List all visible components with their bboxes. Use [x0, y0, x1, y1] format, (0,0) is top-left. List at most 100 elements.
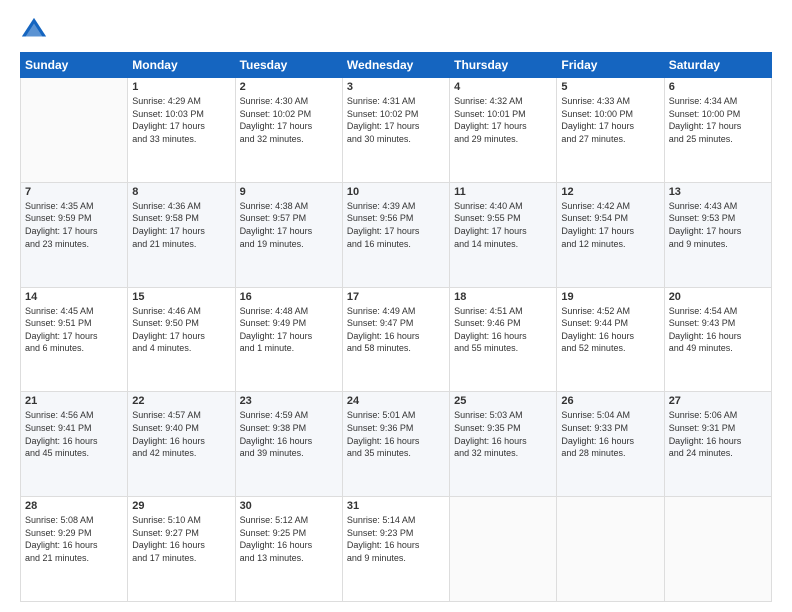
weekday-header-wednesday: Wednesday [342, 53, 449, 78]
calendar-cell: 19Sunrise: 4:52 AM Sunset: 9:44 PM Dayli… [557, 287, 664, 392]
day-number: 27 [669, 395, 767, 407]
calendar-cell: 7 Sunrise: 4:35 AM Sunset: 9:59 PM Daylig… [21, 182, 128, 287]
weekday-header-friday: Friday [557, 53, 664, 78]
header [20, 16, 772, 44]
day-info: Sunrise: 4:35 AM Sunset: 9:59 PM Dayligh… [25, 200, 123, 250]
weekday-header-monday: Monday [128, 53, 235, 78]
day-number: 10 [347, 186, 445, 198]
day-number: 4 [454, 81, 552, 93]
day-number: 14 [25, 291, 123, 303]
day-number: 12 [561, 186, 659, 198]
calendar-cell: 12Sunrise: 4:42 AM Sunset: 9:54 PM Dayli… [557, 182, 664, 287]
calendar-cell: 9 Sunrise: 4:38 AM Sunset: 9:57 PM Daylig… [235, 182, 342, 287]
day-number: 21 [25, 395, 123, 407]
calendar-cell: 31Sunrise: 5:14 AM Sunset: 9:23 PM Dayli… [342, 497, 449, 602]
day-info: Sunrise: 5:01 AM Sunset: 9:36 PM Dayligh… [347, 409, 445, 459]
calendar-cell [664, 497, 771, 602]
day-number: 22 [132, 395, 230, 407]
day-number: 5 [561, 81, 659, 93]
week-row-1: 1 Sunrise: 4:29 AM Sunset: 10:03 PM Dayli… [21, 78, 772, 183]
day-info: Sunrise: 4:39 AM Sunset: 9:56 PM Dayligh… [347, 200, 445, 250]
calendar-cell: 15 Sunrise: 4:46 AM Sunset: 9:50 PM Dayli… [128, 287, 235, 392]
week-row-3: 14 Sunrise: 4:45 AM Sunset: 9:51 PM Dayli… [21, 287, 772, 392]
day-info: Sunrise: 5:03 AM Sunset: 9:35 PM Dayligh… [454, 409, 552, 459]
day-info: Sunrise: 4:59 AM Sunset: 9:38 PM Dayligh… [240, 409, 338, 459]
day-number: 28 [25, 500, 123, 512]
calendar-cell: 5 Sunrise: 4:33 AM Sunset: 10:00 PM Dayli… [557, 78, 664, 183]
calendar-cell: 1 Sunrise: 4:29 AM Sunset: 10:03 PM Dayli… [128, 78, 235, 183]
day-number: 16 [240, 291, 338, 303]
day-number: 11 [454, 186, 552, 198]
calendar-cell: 25 Sunrise: 5:03 AM Sunset: 9:35 PM Dayli… [450, 392, 557, 497]
day-info: Sunrise: 4:51 AM Sunset: 9:46 PM Dayligh… [454, 305, 552, 355]
day-info: Sunrise: 4:49 AM Sunset: 9:47 PM Dayligh… [347, 305, 445, 355]
calendar-cell: 3 Sunrise: 4:31 AM Sunset: 10:02 PM Dayli… [342, 78, 449, 183]
day-info: Sunrise: 5:12 AM Sunset: 9:25 PM Dayligh… [240, 514, 338, 564]
calendar-cell: 10 Sunrise: 4:39 AM Sunset: 9:56 PM Dayli… [342, 182, 449, 287]
day-number: 1 [132, 81, 230, 93]
calendar-cell: 6 Sunrise: 4:34 AM Sunset: 10:00 PM Dayli… [664, 78, 771, 183]
day-info: Sunrise: 5:04 AM Sunset: 9:33 PM Dayligh… [561, 409, 659, 459]
day-info: Sunrise: 4:30 AM Sunset: 10:02 PM Daylig… [240, 95, 338, 145]
day-number: 13 [669, 186, 767, 198]
calendar-cell: 30 Sunrise: 5:12 AM Sunset: 9:25 PM Dayli… [235, 497, 342, 602]
day-number: 20 [669, 291, 767, 303]
day-number: 6 [669, 81, 767, 93]
day-number: 7 [25, 186, 123, 198]
day-number: 25 [454, 395, 552, 407]
day-number: 2 [240, 81, 338, 93]
week-row-5: 28Sunrise: 5:08 AM Sunset: 9:29 PM Dayli… [21, 497, 772, 602]
calendar-cell: 16 Sunrise: 4:48 AM Sunset: 9:49 PM Dayli… [235, 287, 342, 392]
calendar-cell [450, 497, 557, 602]
day-number: 26 [561, 395, 659, 407]
day-info: Sunrise: 4:43 AM Sunset: 9:53 PM Dayligh… [669, 200, 767, 250]
day-info: Sunrise: 4:45 AM Sunset: 9:51 PM Dayligh… [25, 305, 123, 355]
day-info: Sunrise: 4:36 AM Sunset: 9:58 PM Dayligh… [132, 200, 230, 250]
calendar-cell: 11 Sunrise: 4:40 AM Sunset: 9:55 PM Dayli… [450, 182, 557, 287]
calendar-cell: 18 Sunrise: 4:51 AM Sunset: 9:46 PM Dayli… [450, 287, 557, 392]
logo-icon [20, 16, 48, 44]
day-info: Sunrise: 4:48 AM Sunset: 9:49 PM Dayligh… [240, 305, 338, 355]
day-info: Sunrise: 4:52 AM Sunset: 9:44 PM Dayligh… [561, 305, 659, 355]
calendar-table: SundayMondayTuesdayWednesdayThursdayFrid… [20, 52, 772, 602]
day-info: Sunrise: 4:46 AM Sunset: 9:50 PM Dayligh… [132, 305, 230, 355]
day-number: 29 [132, 500, 230, 512]
day-number: 24 [347, 395, 445, 407]
calendar-cell: 26 Sunrise: 5:04 AM Sunset: 9:33 PM Dayli… [557, 392, 664, 497]
day-info: Sunrise: 4:56 AM Sunset: 9:41 PM Dayligh… [25, 409, 123, 459]
calendar-cell: 23 Sunrise: 4:59 AM Sunset: 9:38 PM Dayli… [235, 392, 342, 497]
day-info: Sunrise: 4:31 AM Sunset: 10:02 PM Daylig… [347, 95, 445, 145]
day-info: Sunrise: 4:57 AM Sunset: 9:40 PM Dayligh… [132, 409, 230, 459]
day-info: Sunrise: 4:34 AM Sunset: 10:00 PM Daylig… [669, 95, 767, 145]
weekday-header-thursday: Thursday [450, 53, 557, 78]
calendar-cell: 24 Sunrise: 5:01 AM Sunset: 9:36 PM Dayli… [342, 392, 449, 497]
week-row-2: 7 Sunrise: 4:35 AM Sunset: 9:59 PM Daylig… [21, 182, 772, 287]
day-info: Sunrise: 4:54 AM Sunset: 9:43 PM Dayligh… [669, 305, 767, 355]
day-number: 8 [132, 186, 230, 198]
day-number: 30 [240, 500, 338, 512]
calendar-cell: 13 Sunrise: 4:43 AM Sunset: 9:53 PM Dayli… [664, 182, 771, 287]
week-row-4: 21 Sunrise: 4:56 AM Sunset: 9:41 PM Dayli… [21, 392, 772, 497]
calendar-cell: 14 Sunrise: 4:45 AM Sunset: 9:51 PM Dayli… [21, 287, 128, 392]
day-number: 23 [240, 395, 338, 407]
day-number: 17 [347, 291, 445, 303]
page: SundayMondayTuesdayWednesdayThursdayFrid… [0, 0, 792, 612]
day-number: 31 [347, 500, 445, 512]
day-number: 15 [132, 291, 230, 303]
calendar-cell: 21 Sunrise: 4:56 AM Sunset: 9:41 PM Dayli… [21, 392, 128, 497]
day-info: Sunrise: 4:40 AM Sunset: 9:55 PM Dayligh… [454, 200, 552, 250]
day-number: 9 [240, 186, 338, 198]
calendar-cell: 4Sunrise: 4:32 AM Sunset: 10:01 PM Dayli… [450, 78, 557, 183]
day-info: Sunrise: 4:29 AM Sunset: 10:03 PM Daylig… [132, 95, 230, 145]
calendar-cell: 8 Sunrise: 4:36 AM Sunset: 9:58 PM Daylig… [128, 182, 235, 287]
calendar-cell: 22 Sunrise: 4:57 AM Sunset: 9:40 PM Dayli… [128, 392, 235, 497]
day-info: Sunrise: 5:10 AM Sunset: 9:27 PM Dayligh… [132, 514, 230, 564]
calendar-cell: 20 Sunrise: 4:54 AM Sunset: 9:43 PM Dayli… [664, 287, 771, 392]
day-info: Sunrise: 4:33 AM Sunset: 10:00 PM Daylig… [561, 95, 659, 145]
day-info: Sunrise: 4:38 AM Sunset: 9:57 PM Dayligh… [240, 200, 338, 250]
weekday-header-saturday: Saturday [664, 53, 771, 78]
calendar-cell: 17 Sunrise: 4:49 AM Sunset: 9:47 PM Dayli… [342, 287, 449, 392]
day-number: 3 [347, 81, 445, 93]
calendar-cell [21, 78, 128, 183]
day-number: 18 [454, 291, 552, 303]
